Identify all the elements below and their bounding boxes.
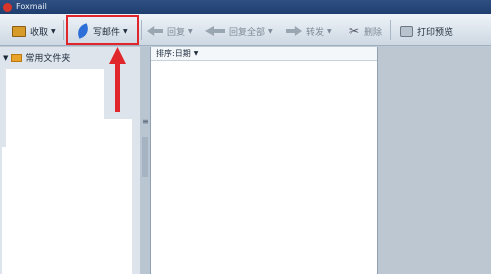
print-preview-button[interactable]: 打印预览 (400, 22, 453, 40)
preview-pane (378, 47, 491, 274)
foxmail-logo-icon (3, 2, 12, 12)
redacted-area (6, 69, 104, 119)
reply-label: 回复 (167, 27, 186, 38)
redacted-area (2, 147, 6, 274)
sort-selector[interactable]: 排序:日期 ▼ (151, 47, 377, 61)
receive-label: 收取 (30, 27, 49, 38)
redacted-area (6, 119, 132, 274)
splitter-grip-icon[interactable]: ≡ (142, 117, 149, 126)
toolbar-separator (63, 20, 64, 40)
scrollbar-thumb[interactable] (142, 137, 148, 177)
reply-all-button[interactable]: 回复全部 ▼ (205, 22, 273, 40)
folder-icon (11, 53, 23, 62)
inbox-icon (12, 25, 26, 37)
forward-icon (286, 26, 302, 36)
folder-group-common[interactable]: ▼ 常用文件夹 (3, 51, 70, 64)
reply-all-label: 回复全部 (229, 27, 266, 38)
title-bar: Foxmail (0, 0, 491, 14)
annotation-arrow-shaft (115, 62, 120, 112)
delete-label: 删除 (364, 27, 383, 38)
compose-highlight-box (66, 15, 139, 45)
chevron-down-icon[interactable]: ▼ (51, 28, 56, 35)
sort-label: 排序:日期 (156, 49, 191, 58)
delete-icon: ✂ (348, 24, 360, 38)
expand-triangle-icon[interactable]: ▼ (3, 54, 8, 62)
forward-label: 转发 (306, 27, 325, 38)
pane-splitter[interactable]: ≡ (140, 47, 150, 274)
forward-button[interactable]: 转发 ▼ (286, 22, 332, 40)
window-title: Foxmail (16, 2, 47, 11)
toolbar-separator (141, 20, 142, 40)
chevron-down-icon[interactable]: ▼ (268, 28, 273, 35)
print-preview-label: 打印预览 (417, 27, 454, 38)
chevron-down-icon[interactable]: ▼ (188, 28, 193, 35)
reply-button[interactable]: 回复 ▼ (147, 22, 193, 40)
reply-icon (147, 26, 163, 36)
receive-button[interactable]: 收取 ▼ (12, 22, 56, 40)
delete-button[interactable]: ✂ 删除 (348, 22, 382, 40)
folder-group-label: 常用文件夹 (25, 54, 71, 64)
chevron-down-icon[interactable]: ▼ (327, 28, 332, 35)
reply-all-icon (205, 26, 225, 36)
chevron-down-icon[interactable]: ▼ (194, 50, 199, 57)
toolbar-separator (390, 20, 391, 40)
mail-list-pane: 排序:日期 ▼ (150, 47, 378, 274)
printer-icon (400, 25, 413, 37)
